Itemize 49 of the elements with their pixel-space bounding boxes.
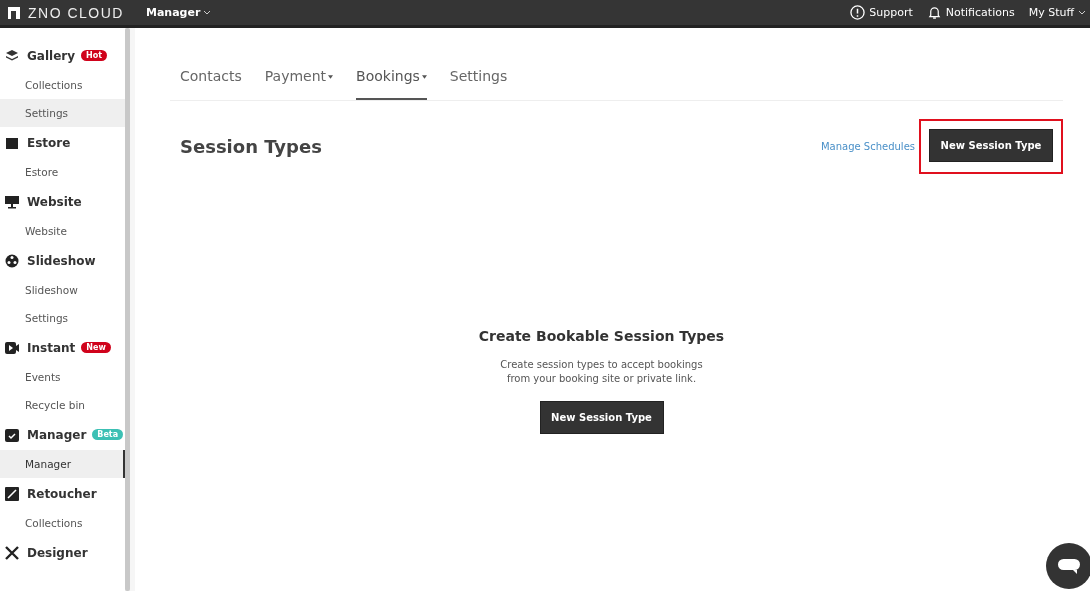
empty-state-text: Create session types to accept bookings from your booking site or private link. [499,358,704,386]
manager-menu[interactable]: Manager [145,6,212,19]
account-menu[interactable]: My Stuff [1028,5,1086,20]
scrollbar[interactable] [125,28,130,591]
section-title[interactable]: Website [27,194,82,209]
chevron-down-icon [203,10,212,15]
alert-icon [850,5,866,20]
section-badge: Beta [92,429,124,440]
sidebar-item[interactable]: Events [0,363,125,391]
monitor-icon [5,194,19,209]
sidebar-item[interactable]: Recycle bin [0,391,125,419]
support-link[interactable]: Support [850,5,913,20]
checkbox-icon [5,427,19,442]
chat-icon[interactable] [1046,543,1090,589]
section-title[interactable]: Retoucher [27,486,97,501]
section-title[interactable]: Gallery [27,48,76,63]
section-title[interactable]: Manager [27,427,87,442]
empty-state-title: Create Bookable Session Types [478,328,725,344]
film-reel-icon [5,253,19,268]
sidebar-item[interactable]: Collections [0,71,125,99]
new-session-type-button[interactable]: New Session Type [539,401,664,434]
nav-tab[interactable]: Settings [449,68,508,100]
section-title[interactable]: Estore [27,135,71,150]
sidebar-item[interactable]: Collections [0,509,125,537]
section-title[interactable]: Designer [27,545,88,560]
nav-tab[interactable]: Payment [264,68,334,100]
sidebar-item[interactable]: Estore [0,158,125,186]
sidebar-item[interactable]: Manager [0,450,125,478]
brand-name[interactable]: ZNO CLOUD [28,4,124,21]
nav-tab[interactable]: Bookings [356,68,427,100]
sidebar-item[interactable]: Settings [0,99,125,127]
section-title[interactable]: Slideshow [27,253,96,268]
bell-icon [926,5,942,20]
sidebar-item[interactable]: Settings [0,304,125,332]
video-icon [5,340,19,355]
section-badge: Hot [81,50,108,61]
retouch-icon [5,486,19,501]
section-badge: New [81,342,111,353]
new-session-type-button[interactable]: New Session Type [929,129,1053,162]
layers-icon [5,48,19,63]
nav-tab[interactable]: Contacts [180,68,242,100]
manage-schedules-link[interactable]: Manage Schedules [820,141,915,152]
logo-icon [8,6,20,19]
notifications-link[interactable]: Notifications [926,5,1015,20]
sidebar-item[interactable]: Slideshow [0,276,125,304]
page-title: Session Types [180,136,322,157]
sidebar-item[interactable]: Website [0,217,125,245]
chevron-down-icon [1078,10,1086,15]
section-title[interactable]: Instant [27,340,76,355]
